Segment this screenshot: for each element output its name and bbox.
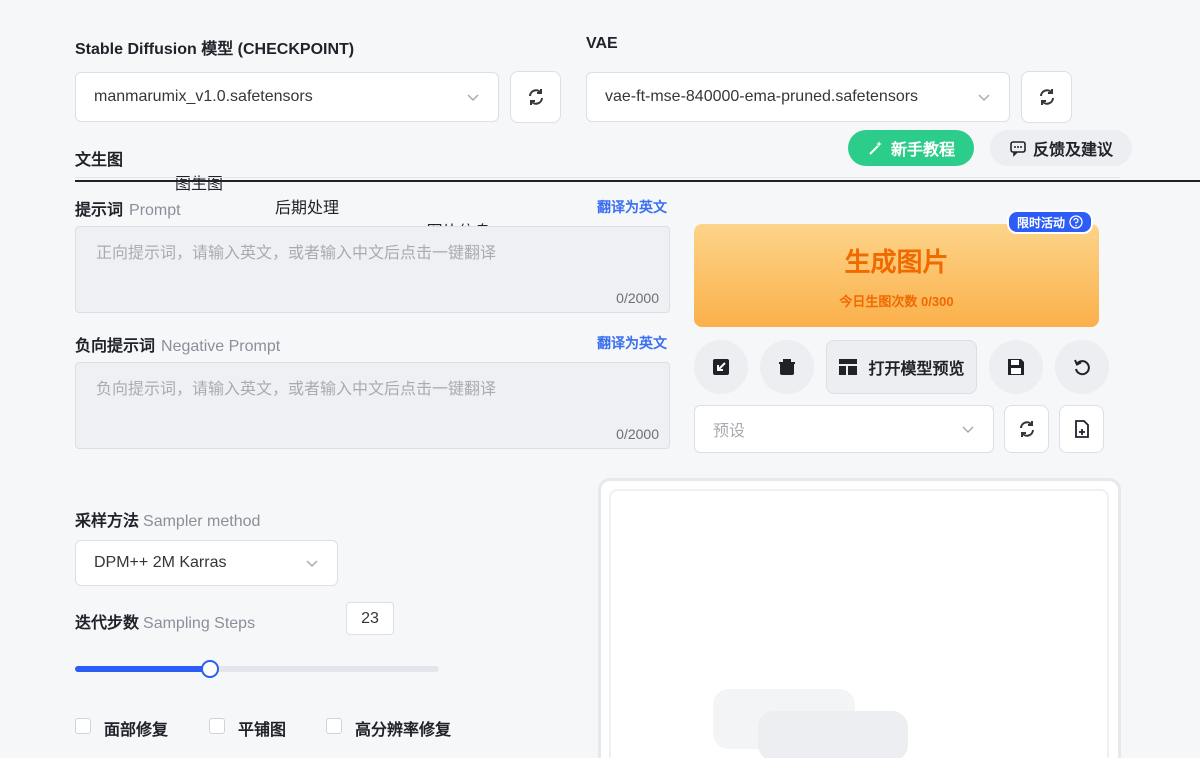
negative-prompt-label: 负向提示词 Negative Prompt [75, 338, 281, 355]
preset-select[interactable]: 预设 [694, 405, 994, 453]
generate-button[interactable]: 生成图片 今日生图次数 0/300 [694, 224, 1099, 327]
reset-button[interactable] [1055, 340, 1109, 394]
prompt-placeholder: 正向提示词，请输入英文，或者输入中文后点击一键翻译 [96, 245, 497, 262]
undo-icon [1074, 359, 1090, 376]
vae-value: vae-ft-mse-840000-ema-pruned.safetensors [605, 88, 919, 105]
checkpoint-value: manmarumix_v1.0.safetensors [94, 88, 313, 105]
model-preview-button[interactable]: 打开模型预览 [826, 340, 977, 394]
refresh-icon [1019, 421, 1034, 437]
steps-slider-fill [75, 666, 210, 672]
refresh-checkpoint-button[interactable] [510, 71, 561, 123]
negative-prompt-char-count: 0/2000 [616, 426, 659, 442]
new-preset-button[interactable] [1059, 405, 1104, 453]
output-panel [598, 478, 1121, 758]
layout-icon [839, 359, 858, 375]
feedback-label: 反馈及建议 [1032, 142, 1113, 159]
tutorial-button[interactable]: 新手教程 [848, 130, 974, 166]
message-icon [1010, 141, 1026, 157]
hires-fix-label: 高分辨率修复 [355, 722, 452, 739]
steps-input[interactable]: 23 [346, 602, 394, 635]
prompt-char-count: 0/2000 [616, 290, 659, 306]
checkpoint-label: Stable Diffusion 模型 (CHECKPOINT) [75, 41, 355, 58]
translate-prompt-link[interactable]: 翻译为英文 [597, 197, 667, 217]
prompt-input[interactable]: 正向提示词，请输入英文，或者输入中文后点击一键翻译 0/2000 [75, 226, 670, 313]
steps-slider-thumb[interactable] [200, 660, 219, 678]
translate-negative-prompt-link[interactable]: 翻译为英文 [597, 333, 667, 353]
model-preview-label: 打开模型预览 [868, 361, 965, 378]
refresh-preset-button[interactable] [1004, 405, 1049, 453]
tabs-divider [75, 177, 1120, 178]
steps-label: 迭代步数 Sampling Steps [75, 615, 256, 632]
hires-fix-checkbox[interactable] [326, 718, 342, 734]
file-add-icon [1074, 420, 1089, 438]
read-params-button[interactable] [694, 340, 748, 394]
arrow-down-left-icon [713, 359, 729, 375]
chevron-down-icon [978, 94, 990, 102]
feedback-button[interactable]: 反馈及建议 [990, 130, 1132, 166]
tab-img2img[interactable]: 图生图 [175, 170, 1200, 194]
tutorial-label: 新手教程 [890, 142, 955, 159]
refresh-icon [1039, 89, 1054, 105]
magic-wand-icon [869, 141, 882, 155]
face-restore-label: 面部修复 [104, 722, 169, 739]
prompt-label: 提示词 Prompt [75, 202, 181, 219]
generate-quota: 今日生图次数 0/300 [839, 293, 954, 309]
sampler-label: 采样方法 Sampler method [75, 513, 261, 530]
save-icon [1008, 359, 1024, 375]
sampler-value: DPM++ 2M Karras [94, 554, 227, 571]
negative-prompt-input[interactable]: 负向提示词，请输入英文，或者输入中文后点击一键翻译 0/2000 [75, 362, 670, 449]
save-style-button[interactable] [989, 340, 1043, 394]
placeholder-shape [758, 711, 908, 758]
tiling-checkbox[interactable] [209, 718, 225, 734]
help-icon [1069, 215, 1083, 229]
vae-label: VAE [586, 35, 618, 52]
refresh-vae-button[interactable] [1021, 71, 1072, 123]
preset-placeholder: 预设 [713, 423, 746, 440]
chevron-down-icon [306, 560, 318, 568]
chevron-down-icon [962, 426, 974, 434]
negative-prompt-placeholder: 负向提示词，请输入英文，或者输入中文后点击一键翻译 [96, 381, 497, 398]
vae-select[interactable]: vae-ft-mse-840000-ema-pruned.safetensors [586, 72, 1010, 122]
face-restore-checkbox[interactable] [75, 718, 91, 734]
tiling-label: 平铺图 [238, 722, 287, 739]
chevron-down-icon [467, 94, 479, 102]
trash-icon [779, 359, 795, 375]
generate-title: 生成图片 [844, 246, 949, 277]
sampler-select[interactable]: DPM++ 2M Karras [75, 540, 338, 586]
clear-button[interactable] [760, 340, 814, 394]
promo-badge[interactable]: 限时活动 [1007, 210, 1094, 234]
refresh-icon [528, 89, 543, 105]
checkpoint-select[interactable]: manmarumix_v1.0.safetensors [75, 72, 499, 122]
promo-label: 限时活动 [1017, 215, 1066, 230]
